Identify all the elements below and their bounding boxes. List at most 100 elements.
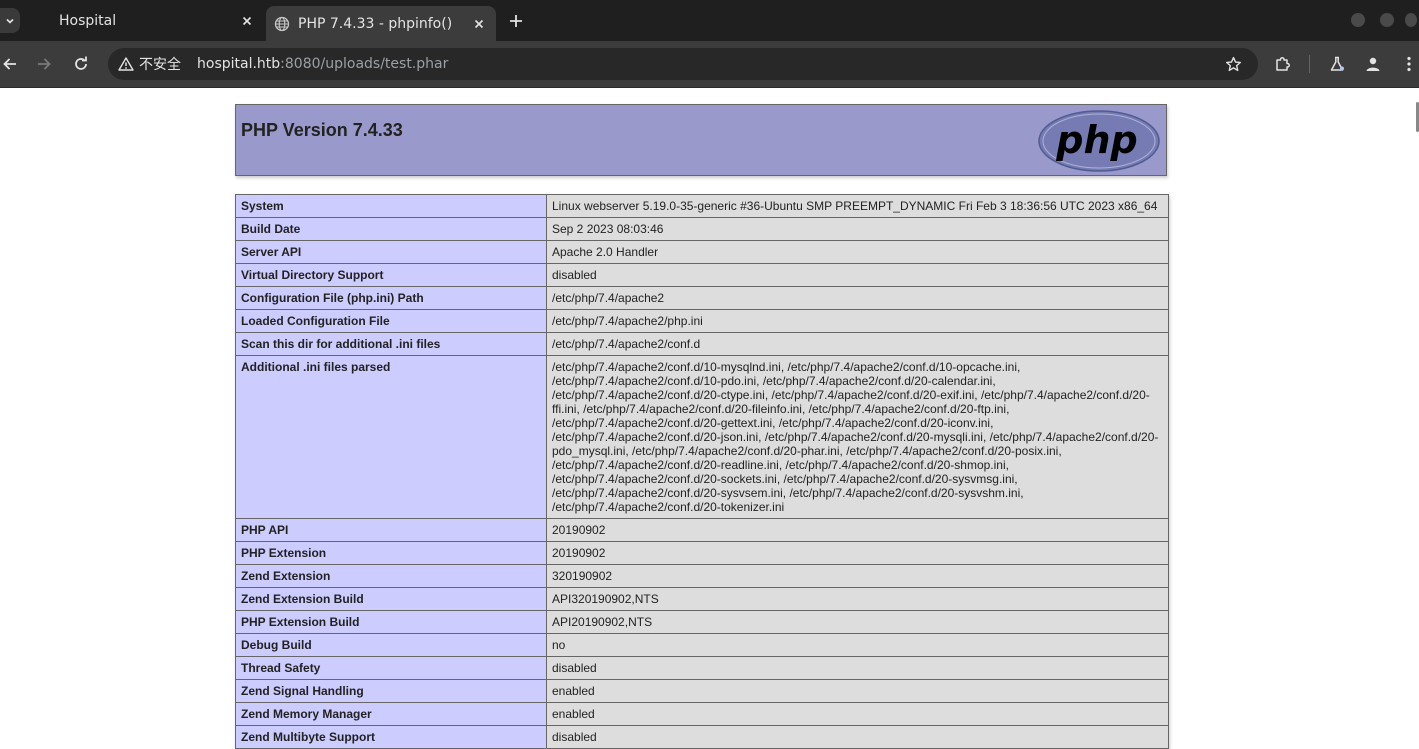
row-value: enabled	[546, 679, 1169, 703]
row-key: Thread Safety	[235, 656, 547, 680]
table-row: System Linux webserver 5.19.0-35-generic …	[235, 194, 1169, 218]
close-icon	[474, 19, 484, 28]
window-minimize-button[interactable]	[1351, 13, 1365, 27]
table-row: Additional .ini files parsed/etc/php/7.4…	[235, 355, 1169, 519]
tab-phpinfo[interactable]: PHP 7.4.33 - phpinfo()	[266, 6, 496, 41]
table-row: Zend Extension 320190902	[235, 564, 1169, 588]
close-icon	[242, 16, 252, 25]
row-value: disabled	[546, 263, 1169, 287]
php-version-title: PHP Version 7.4.33	[241, 120, 403, 140]
address-bar[interactable]: 不安全 hospital.htb:8080/uploads/test.phar	[108, 48, 1258, 80]
profile-button[interactable]	[1361, 52, 1385, 76]
tab-close-button[interactable]	[470, 15, 488, 33]
row-value: /etc/php/7.4/apache2/conf.d	[546, 332, 1169, 356]
row-key: System	[235, 194, 547, 218]
row-key: Scan this dir for additional .ini files	[235, 332, 547, 356]
table-row: Loaded Configuration File/etc/php/7.4/ap…	[235, 309, 1169, 333]
table-row: Zend Memory Manager enabled	[235, 702, 1169, 726]
row-value: /etc/php/7.4/apache2	[546, 286, 1169, 310]
table-row: PHP API 20190902	[235, 518, 1169, 542]
window-close-button[interactable]	[1405, 13, 1417, 27]
row-value: no	[546, 633, 1169, 657]
tab-close-button[interactable]	[238, 12, 256, 30]
labs-button[interactable]	[1325, 52, 1349, 76]
php-logo[interactable]: php	[1037, 109, 1161, 173]
browser-menu-button[interactable]	[1397, 52, 1419, 76]
tab-strip: Hospital PHP 7.4.33 - phpinfo()	[0, 0, 1419, 41]
table-row: Zend Multibyte Support disabled	[235, 725, 1169, 749]
row-key: Zend Extension	[235, 564, 547, 588]
page-content: PHP Version 7.4.33 php System Linux webse…	[0, 88, 1419, 749]
new-tab-button[interactable]	[506, 11, 526, 31]
url-text[interactable]: hospital.htb:8080/uploads/test.phar	[197, 48, 448, 80]
row-key: Additional .ini files parsed	[235, 355, 547, 519]
globe-icon	[274, 16, 290, 32]
row-key: Loaded Configuration File	[235, 309, 547, 333]
row-key: Zend Memory Manager	[235, 702, 547, 726]
arrow-right-icon	[38, 58, 51, 70]
table-row: Debug Build no	[235, 633, 1169, 657]
table-row: PHP Extension 20190902	[235, 541, 1169, 565]
flask-icon	[1330, 56, 1344, 71]
star-icon	[1225, 56, 1241, 71]
toolbar-separator	[1309, 55, 1310, 73]
security-chip[interactable]: 不安全	[112, 51, 189, 77]
arrow-left-icon	[3, 58, 16, 70]
row-key: Zend Signal Handling	[235, 679, 547, 703]
table-row: PHP Extension Build API20190902,NTS	[235, 610, 1169, 634]
tab-search-button[interactable]	[0, 8, 20, 33]
tab-hospital[interactable]: Hospital	[20, 0, 264, 41]
warning-triangle-icon	[118, 57, 134, 71]
row-key: PHP Extension	[235, 541, 547, 565]
table-row: Zend Signal Handling enabled	[235, 679, 1169, 703]
row-key: Zend Extension Build	[235, 587, 547, 611]
window-maximize-button[interactable]	[1380, 13, 1394, 27]
row-key: PHP API	[235, 518, 547, 542]
extensions-button[interactable]	[1271, 52, 1295, 76]
reload-icon	[75, 56, 87, 70]
table-row: Thread Safety disabled	[235, 656, 1169, 680]
row-value: Apache 2.0 Handler	[546, 240, 1169, 264]
row-value: Linux webserver 5.19.0-35-generic #36-Ub…	[546, 194, 1169, 218]
php-logo-text: php	[1055, 118, 1137, 162]
url-host: hospital.htb	[197, 56, 281, 72]
table-row: Configuration File (php.ini) Path/etc/ph…	[235, 286, 1169, 310]
chevron-down-icon	[6, 18, 14, 24]
security-label: 不安全	[139, 57, 181, 73]
table-row: Server API Apache 2.0 Handler	[235, 240, 1169, 264]
row-key: Virtual Directory Support	[235, 263, 547, 287]
bookmark-button[interactable]	[1221, 52, 1245, 76]
row-value: 20190902	[546, 518, 1169, 542]
tab-title: PHP 7.4.33 - phpinfo()	[298, 15, 453, 32]
table-row: Build Date Sep 2 2023 08:03:46	[235, 217, 1169, 241]
reload-button[interactable]	[69, 52, 93, 76]
table-row: Virtual Directory Support disabled	[235, 263, 1169, 287]
phpinfo-header: PHP Version 7.4.33 php	[235, 104, 1167, 176]
row-value: disabled	[546, 725, 1169, 749]
row-key: Zend Multibyte Support	[235, 725, 547, 749]
row-value: Sep 2 2023 08:03:46	[546, 217, 1169, 241]
person-icon	[1366, 57, 1380, 71]
row-key: PHP Extension Build	[235, 610, 547, 634]
phpinfo-table: System Linux webserver 5.19.0-35-generic …	[235, 194, 1169, 749]
row-value: enabled	[546, 702, 1169, 726]
row-key: Server API	[235, 240, 547, 264]
row-value: API20190902,NTS	[546, 610, 1169, 634]
forward-button[interactable]	[32, 52, 56, 76]
back-button[interactable]	[0, 52, 22, 76]
row-value: /etc/php/7.4/apache2/php.ini	[546, 309, 1169, 333]
url-path: :8080/uploads/test.phar	[280, 56, 449, 72]
row-key: Debug Build	[235, 633, 547, 657]
row-key: Configuration File (php.ini) Path	[235, 286, 547, 310]
row-value: /etc/php/7.4/apache2/conf.d/10-mysqlnd.i…	[546, 355, 1169, 519]
row-value: API320190902,NTS	[546, 587, 1169, 611]
row-key: Build Date	[235, 217, 547, 241]
kebab-menu-icon	[1407, 56, 1411, 72]
table-row: Scan this dir for additional .ini files /…	[235, 332, 1169, 356]
plus-icon	[510, 15, 522, 27]
tab-title: Hospital	[59, 12, 117, 29]
browser-toolbar: 不安全 hospital.htb:8080/uploads/test.phar	[0, 41, 1419, 88]
row-value: disabled	[546, 656, 1169, 680]
table-row: Zend Extension Build API320190902,NTS	[235, 587, 1169, 611]
row-value: 320190902	[546, 564, 1169, 588]
